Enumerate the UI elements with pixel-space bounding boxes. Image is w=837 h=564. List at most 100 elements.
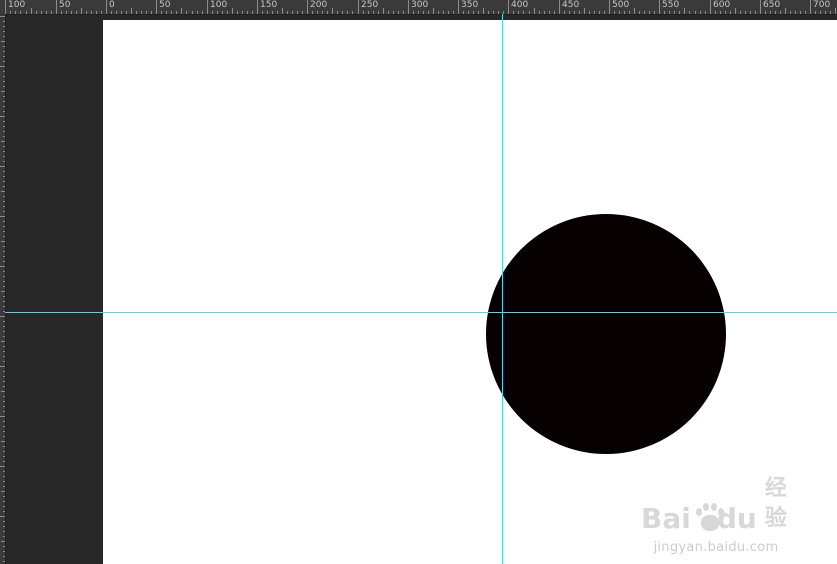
ruler-minor-tick — [91, 11, 92, 14]
vertical-ruler-tick — [3, 251, 5, 252]
ruler-major-tick — [710, 0, 711, 14]
ruler-minor-tick — [373, 11, 374, 14]
ruler-major-tick — [156, 0, 157, 14]
ruler-minor-tick — [765, 11, 766, 14]
ruler-tick-label: 650 — [763, 0, 781, 10]
ruler-minor-tick — [438, 11, 439, 14]
ruler-tick-label: 50 — [59, 0, 71, 10]
ruler-minor-tick — [529, 11, 530, 14]
ruler-minor-tick — [111, 11, 112, 14]
ruler-minor-tick — [478, 11, 479, 14]
horizontal-guide-line[interactable] — [5, 312, 837, 313]
vertical-ruler-tick — [3, 246, 5, 247]
ruler-tick-label: 250 — [361, 0, 379, 10]
ruler-tick-label: 550 — [662, 0, 680, 10]
vertical-guide-line[interactable] — [502, 14, 503, 564]
ruler-minor-tick — [247, 11, 248, 14]
ruler-minor-tick — [101, 11, 102, 14]
ruler-minor-tick — [493, 11, 494, 14]
ruler-minor-tick — [539, 11, 540, 14]
vertical-ruler-tick — [3, 451, 5, 452]
ruler-minor-tick — [750, 11, 751, 14]
vertical-ruler-tick — [3, 336, 5, 337]
ruler-minor-tick — [825, 11, 826, 14]
ruler-major-tick — [559, 0, 560, 14]
vertical-ruler[interactable] — [0, 14, 6, 564]
vertical-ruler-tick — [0, 216, 5, 217]
vertical-ruler-tick — [0, 66, 5, 67]
vertical-ruler-tick — [0, 116, 5, 117]
ruler-minor-tick — [332, 8, 333, 14]
ruler-minor-tick — [126, 11, 127, 14]
ruler-minor-tick — [740, 11, 741, 14]
ruler-minor-tick — [574, 11, 575, 14]
vertical-ruler-tick — [3, 286, 5, 287]
ruler-minor-tick — [800, 11, 801, 14]
ruler-minor-tick — [468, 11, 469, 14]
ruler-minor-tick — [644, 11, 645, 14]
ruler-minor-tick — [96, 11, 97, 14]
ruler-minor-tick — [36, 11, 37, 14]
ruler-major-tick — [659, 0, 660, 14]
ruler-minor-tick — [418, 11, 419, 14]
black-circle-shape[interactable] — [486, 214, 726, 454]
ruler-minor-tick — [61, 11, 62, 14]
ruler-minor-tick — [388, 11, 389, 14]
vertical-ruler-tick — [0, 416, 5, 417]
jingyan-logo-text: 经验 — [764, 476, 787, 531]
vertical-ruler-tick — [3, 356, 5, 357]
ruler-minor-tick — [217, 11, 218, 14]
ruler-origin-corner[interactable] — [0, 0, 5, 14]
ruler-major-tick — [106, 0, 107, 14]
ruler-minor-tick — [368, 11, 369, 14]
ruler-minor-tick — [363, 11, 364, 14]
ruler-minor-tick — [378, 11, 379, 14]
vertical-ruler-tick — [3, 326, 5, 327]
vertical-ruler-tick — [0, 266, 5, 267]
vertical-ruler-tick — [3, 506, 5, 507]
ruler-minor-tick — [287, 11, 288, 14]
ruler-tick-label: 300 — [411, 0, 429, 10]
ruler-minor-tick — [302, 11, 303, 14]
ruler-minor-tick — [795, 11, 796, 14]
ruler-minor-tick — [393, 11, 394, 14]
ruler-minor-tick — [780, 11, 781, 14]
ruler-minor-tick — [252, 11, 253, 14]
vertical-ruler-tick — [3, 481, 5, 482]
ruler-minor-tick — [448, 11, 449, 14]
vertical-ruler-tick — [3, 76, 5, 77]
vertical-ruler-tick — [3, 271, 5, 272]
ruler-minor-tick — [227, 11, 228, 14]
ruler-minor-tick — [403, 11, 404, 14]
vertical-ruler-tick — [3, 106, 5, 107]
ruler-minor-tick — [544, 11, 545, 14]
vertical-ruler-tick — [3, 476, 5, 477]
ruler-minor-tick — [695, 11, 696, 14]
ruler-minor-tick — [564, 11, 565, 14]
paw-icon — [693, 502, 724, 534]
vertical-ruler-tick — [3, 371, 5, 372]
ruler-minor-tick — [86, 11, 87, 14]
ruler-minor-tick — [267, 11, 268, 14]
ruler-minor-tick — [654, 11, 655, 14]
baidu-jingyan-watermark: Bai du 经验 jingyan.baidu.com — [641, 474, 791, 555]
vertical-ruler-tick — [3, 306, 5, 307]
ruler-tick-label: 50 — [159, 0, 171, 10]
horizontal-ruler[interactable]: 100 50 0 50 100 150 200 250 300 350 400 450 500 550 60… — [0, 0, 837, 15]
vertical-ruler-tick — [3, 301, 5, 302]
ruler-minor-tick — [66, 11, 67, 14]
ruler-minor-tick — [222, 11, 223, 14]
ruler-minor-tick — [725, 11, 726, 14]
ruler-minor-tick — [498, 11, 499, 14]
ruler-minor-tick — [614, 11, 615, 14]
vertical-ruler-tick — [3, 431, 5, 432]
vertical-ruler-tick — [3, 51, 5, 52]
vertical-ruler-tick — [3, 561, 5, 562]
ruler-major-tick — [56, 0, 57, 14]
ruler-minor-tick — [10, 11, 11, 14]
vertical-ruler-tick — [3, 396, 5, 397]
vertical-ruler-tick — [3, 346, 5, 347]
vertical-ruler-tick — [1, 91, 5, 92]
vertical-ruler-tick — [1, 291, 5, 292]
ruler-minor-tick — [71, 11, 72, 14]
